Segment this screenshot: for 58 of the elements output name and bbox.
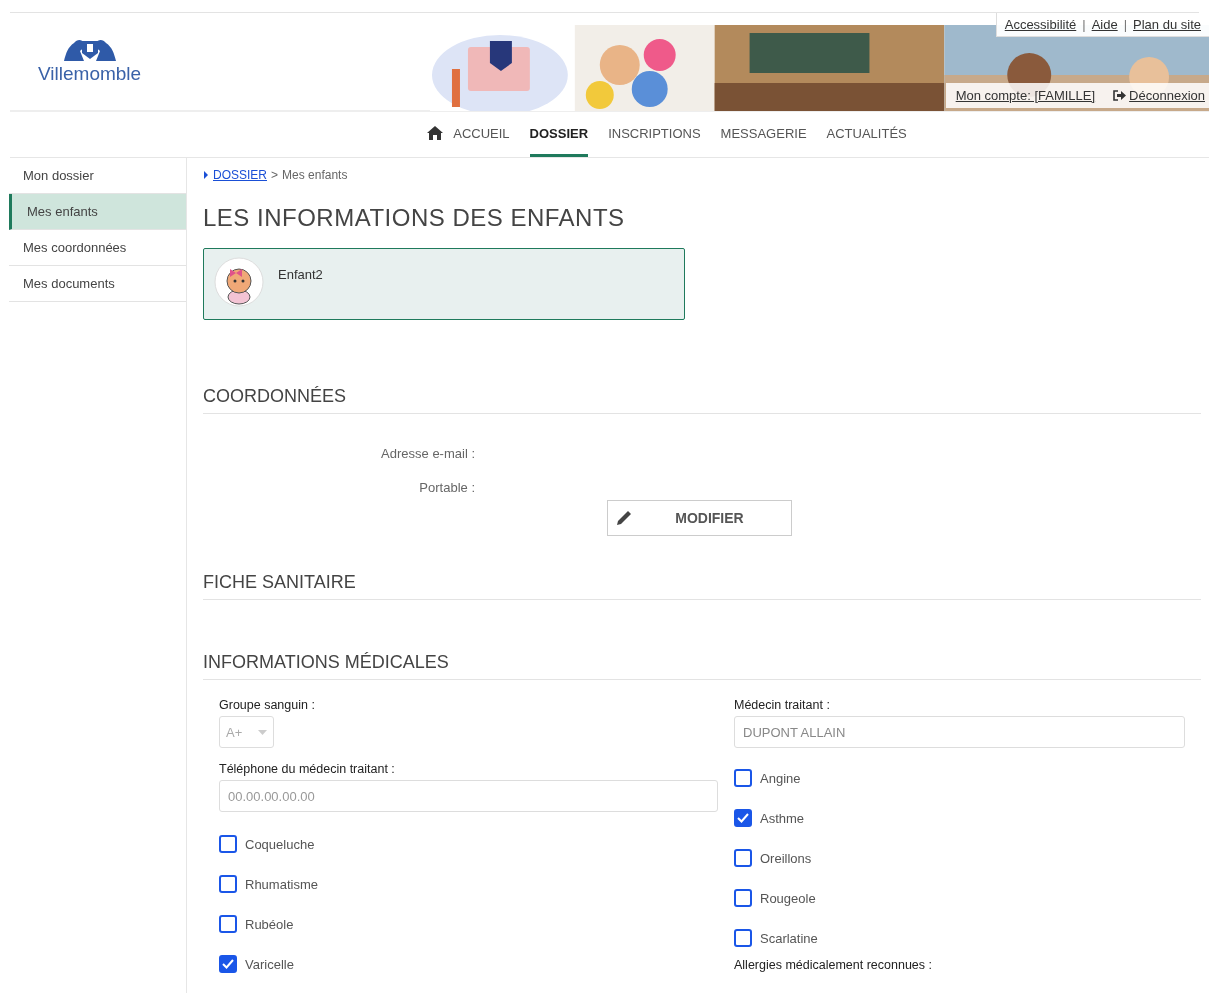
checkbox-label: Angine xyxy=(760,770,801,786)
logout-icon xyxy=(1113,90,1127,101)
checkbox[interactable] xyxy=(734,889,752,907)
checkbox[interactable] xyxy=(219,835,237,853)
checkbox[interactable] xyxy=(734,769,752,787)
modify-button[interactable]: MODIFIER xyxy=(607,500,792,536)
account-link[interactable]: Mon compte: [FAMILLE] xyxy=(955,88,1096,103)
logout-link[interactable]: Déconnexion xyxy=(1129,88,1205,103)
home-icon xyxy=(427,126,444,140)
sidebar-item[interactable]: Mes coordonnées xyxy=(9,230,186,266)
checkbox-label: Rhumatisme xyxy=(245,876,318,892)
separator: | xyxy=(1082,17,1086,32)
nav-tab[interactable]: DOSSIER xyxy=(529,112,589,157)
header-link[interactable]: Plan du site xyxy=(1133,17,1201,32)
checkbox[interactable] xyxy=(734,809,752,827)
section-title: INFORMATIONS MÉDICALES xyxy=(203,652,1201,680)
section-title: FICHE SANITAIRE xyxy=(203,572,1201,600)
nav-tab[interactable]: ACTUALITÉS xyxy=(826,112,907,157)
field-label: Téléphone du médecin traitant : xyxy=(219,762,396,776)
checkbox[interactable] xyxy=(219,875,237,893)
header-link[interactable]: Aide xyxy=(1091,17,1118,32)
checkbox-label: Rubéole xyxy=(245,916,294,932)
child-name: Enfant2 xyxy=(278,267,323,284)
sidebar-item[interactable]: Mes documents xyxy=(9,266,186,302)
field-label: Adresse e-mail : xyxy=(380,445,476,461)
checkbox-label: Coqueluche xyxy=(245,836,315,852)
child-card[interactable]: Enfant2 xyxy=(203,248,685,320)
phone-input[interactable]: 00.00.00.00.00 xyxy=(219,780,718,812)
field-label: Portable : xyxy=(418,479,476,495)
dropdown-arrow-icon xyxy=(258,729,267,735)
logo-text: Villemomble xyxy=(38,63,142,85)
caret-icon xyxy=(203,171,209,179)
checkbox-label: Rougeole xyxy=(760,890,816,906)
sidebar-item[interactable]: Mes enfants xyxy=(9,194,186,230)
nav-tab[interactable]: INSCRIPTIONS xyxy=(608,112,701,157)
field-label: Médecin traitant : xyxy=(734,698,831,712)
nav-tab[interactable]: MESSAGERIE xyxy=(720,112,807,157)
checkbox[interactable] xyxy=(219,955,237,973)
baby-avatar-icon xyxy=(214,257,264,307)
page-title: LES INFORMATIONS DES ENFANTS xyxy=(203,204,626,232)
breadcrumb-link[interactable]: DOSSIER xyxy=(213,168,267,182)
checkbox-label: Varicelle xyxy=(245,956,294,972)
pencil-icon xyxy=(614,508,634,528)
nav-tab[interactable]: ACCUEIL xyxy=(427,112,510,157)
header-link[interactable]: Accessibilité xyxy=(1004,17,1077,32)
checkbox[interactable] xyxy=(734,849,752,867)
breadcrumb-separator: > xyxy=(271,168,279,182)
section-title: COORDONNÉES xyxy=(203,386,1201,414)
checkbox[interactable] xyxy=(734,929,752,947)
separator: | xyxy=(1123,17,1128,32)
breadcrumb-current: Mes enfants xyxy=(282,168,348,182)
checkbox-label: Asthme xyxy=(760,810,805,826)
doctor-input[interactable]: DUPONT ALLAIN xyxy=(734,716,1185,748)
checkbox-label: Oreillons xyxy=(760,850,812,866)
checkbox[interactable] xyxy=(219,915,237,933)
field-label: Groupe sanguin : xyxy=(219,698,316,712)
checkbox-label: Scarlatine xyxy=(760,930,818,946)
field-label: Allergies médicalement reconnues : xyxy=(734,958,934,972)
